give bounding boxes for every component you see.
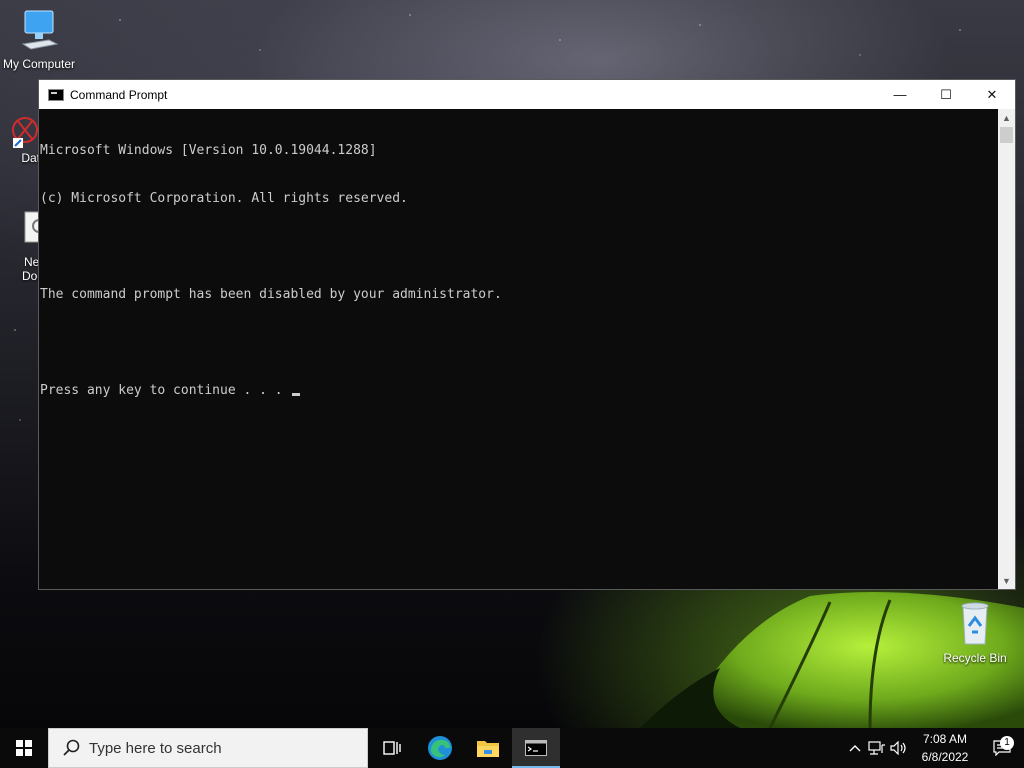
desktop-icon-my-computer[interactable]: My Computer: [0, 8, 78, 71]
windows-logo-icon: [16, 740, 32, 756]
desktop-icon-label: My Computer: [2, 57, 76, 71]
console-prompt-line: Press any key to continue . . .: [40, 383, 998, 399]
console-line: The command prompt has been disabled by …: [40, 287, 502, 302]
taskbar-command-prompt-button[interactable]: [512, 728, 560, 768]
search-icon: [63, 739, 80, 756]
console-line: Microsoft Windows [Version 10.0.19044.12…: [40, 143, 377, 158]
console-line: (c) Microsoft Corporation. All rights re…: [40, 191, 408, 206]
console-output[interactable]: Microsoft Windows [Version 10.0.19044.12…: [39, 109, 998, 589]
edge-icon: [428, 736, 452, 760]
close-button[interactable]: ✕: [969, 80, 1015, 109]
file-explorer-icon: [477, 741, 499, 757]
taskbar-clock[interactable]: 7:08 AM 6/8/2022: [910, 730, 980, 766]
command-prompt-window[interactable]: Command Prompt — ☐ ✕ Microsoft Windows […: [38, 79, 1016, 590]
taskbar: Type here to search 7:08 AM 6/8/2022 1: [0, 728, 1024, 768]
system-tray: 7:08 AM 6/8/2022 1: [844, 728, 1024, 768]
command-prompt-icon: [48, 88, 64, 101]
network-icon[interactable]: [866, 741, 888, 755]
desktop-icon-label: Recycle Bin: [943, 651, 1007, 665]
action-center-button[interactable]: 1: [980, 736, 1024, 756]
search-placeholder: Type here to search: [89, 739, 222, 757]
minimize-button[interactable]: —: [877, 80, 923, 109]
desktop-icon-recycle-bin[interactable]: Recycle Bin: [936, 600, 1014, 665]
scrollbar-thumb[interactable]: [1000, 127, 1013, 143]
text-cursor: [292, 393, 301, 396]
scroll-down-arrow-icon[interactable]: ▼: [998, 572, 1015, 589]
window-titlebar[interactable]: Command Prompt — ☐ ✕: [39, 80, 1015, 109]
command-prompt-icon: [525, 740, 547, 756]
scroll-up-arrow-icon[interactable]: ▲: [998, 109, 1015, 126]
taskbar-edge-button[interactable]: [416, 728, 464, 768]
task-view-button[interactable]: [368, 728, 416, 768]
clock-date: 6/8/2022: [921, 750, 969, 764]
notification-count-badge: 1: [1000, 736, 1014, 750]
maximize-button[interactable]: ☐: [923, 80, 969, 109]
volume-icon[interactable]: [888, 741, 910, 755]
console-line: Press any key to continue . . .: [40, 383, 291, 398]
vertical-scrollbar[interactable]: ▲ ▼: [998, 109, 1015, 589]
task-view-icon: [383, 741, 401, 755]
window-title: Command Prompt: [70, 87, 168, 102]
taskbar-file-explorer-button[interactable]: [464, 728, 512, 768]
taskbar-search-box[interactable]: Type here to search: [48, 728, 368, 768]
clock-time: 7:08 AM: [922, 732, 968, 746]
show-hidden-icons-icon[interactable]: [844, 744, 866, 752]
recycle-bin-icon: [961, 602, 989, 645]
computer-icon: [21, 10, 59, 50]
start-button[interactable]: [0, 728, 48, 768]
dataw-icon: [12, 117, 38, 148]
